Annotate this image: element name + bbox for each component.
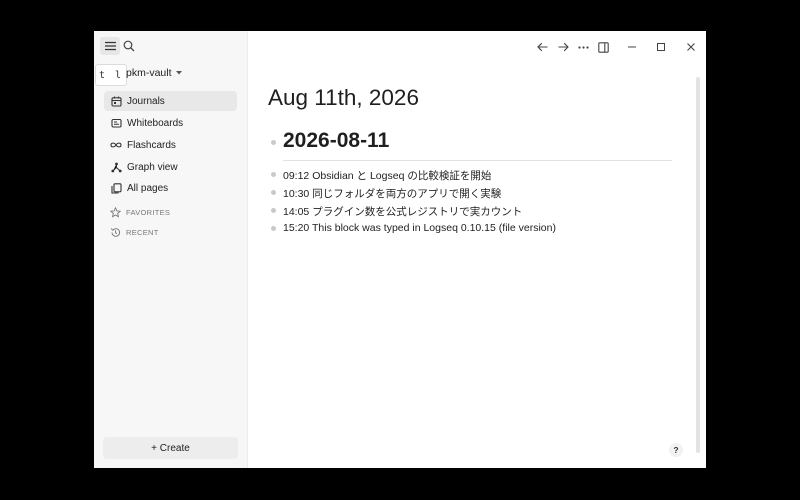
section-label: RECENT <box>126 228 159 237</box>
graph-selector[interactable]: pkm-vault <box>126 67 182 79</box>
sidebar-item-label: Journals <box>127 95 165 107</box>
close-window-button[interactable] <box>684 40 698 54</box>
sidebar-item-label: Graph view <box>127 161 178 173</box>
section-label: FAVORITES <box>126 208 171 217</box>
sidebar-item-label: All pages <box>127 182 169 194</box>
history-icon <box>110 227 121 238</box>
calendar-icon <box>110 95 122 107</box>
search-icon <box>123 40 135 52</box>
journal-block[interactable]: 14:05 プラグイン数を公式レジストリで実カウント <box>283 204 522 219</box>
star-icon <box>109 206 122 218</box>
heading-divider <box>283 160 672 161</box>
journal-block[interactable]: 10:30 同じフォルダを両方のアプリで開く実験 <box>283 186 501 201</box>
caret-down-icon <box>175 71 182 75</box>
scrollbar[interactable] <box>696 77 700 453</box>
hamburger-icon <box>104 41 116 51</box>
help-button[interactable]: ? <box>669 443 683 457</box>
block-bullet[interactable] <box>271 208 276 213</box>
shortcut-tooltip: t l <box>95 64 127 86</box>
search-button[interactable] <box>123 40 135 52</box>
block-bullet[interactable] <box>271 172 276 177</box>
journal-block[interactable]: 09:12 Obsidian と Logseq の比較検証を開始 <box>283 168 491 183</box>
back-button[interactable] <box>535 40 549 54</box>
infinity-icon <box>110 139 122 151</box>
close-icon <box>687 43 695 51</box>
maximize-button[interactable] <box>654 40 668 54</box>
sidebar-item-label: Flashcards <box>127 139 176 151</box>
more-button[interactable] <box>576 40 590 54</box>
toggle-right-sidebar-button[interactable] <box>596 40 610 54</box>
journal-block[interactable]: 15:20 This block was typed in Logseq 0.1… <box>283 222 556 234</box>
minimize-button[interactable] <box>625 40 639 54</box>
recent-section[interactable]: RECENT <box>110 227 159 238</box>
more-icon <box>577 45 589 49</box>
favorites-section[interactable]: FAVORITES <box>109 206 171 218</box>
journal-heading-block[interactable]: 2026-08-11 <box>283 129 389 153</box>
block-bullet[interactable] <box>271 140 276 145</box>
forward-arrow-icon <box>558 42 569 52</box>
back-arrow-icon <box>536 42 547 52</box>
right-sidebar-icon <box>597 41 609 53</box>
page-title[interactable]: Aug 11th, 2026 <box>268 85 419 111</box>
create-button[interactable]: + Create <box>103 437 238 459</box>
minimize-icon <box>628 46 636 48</box>
block-bullet[interactable] <box>271 190 276 195</box>
pages-icon <box>110 182 122 194</box>
sidebar-item-journals[interactable]: Journals <box>104 91 237 111</box>
whiteboard-icon <box>110 117 122 129</box>
block-bullet[interactable] <box>271 226 276 231</box>
left-sidebar: t l pkm-vault Journals Whiteboards Flash… <box>94 31 248 468</box>
menu-toggle-button[interactable] <box>100 37 120 55</box>
forward-button[interactable] <box>556 40 570 54</box>
maximize-icon <box>657 43 665 51</box>
sidebar-item-flashcards[interactable]: Flashcards <box>104 135 237 155</box>
sidebar-item-label: Whiteboards <box>127 117 184 129</box>
sidebar-item-all-pages[interactable]: All pages <box>104 178 237 198</box>
graph-name: pkm-vault <box>126 67 172 79</box>
app-window: t l pkm-vault Journals Whiteboards Flash… <box>94 31 706 468</box>
sidebar-item-whiteboards[interactable]: Whiteboards <box>104 113 237 133</box>
sidebar-item-graph-view[interactable]: Graph view <box>104 157 237 177</box>
hierarchy-icon <box>110 161 122 173</box>
